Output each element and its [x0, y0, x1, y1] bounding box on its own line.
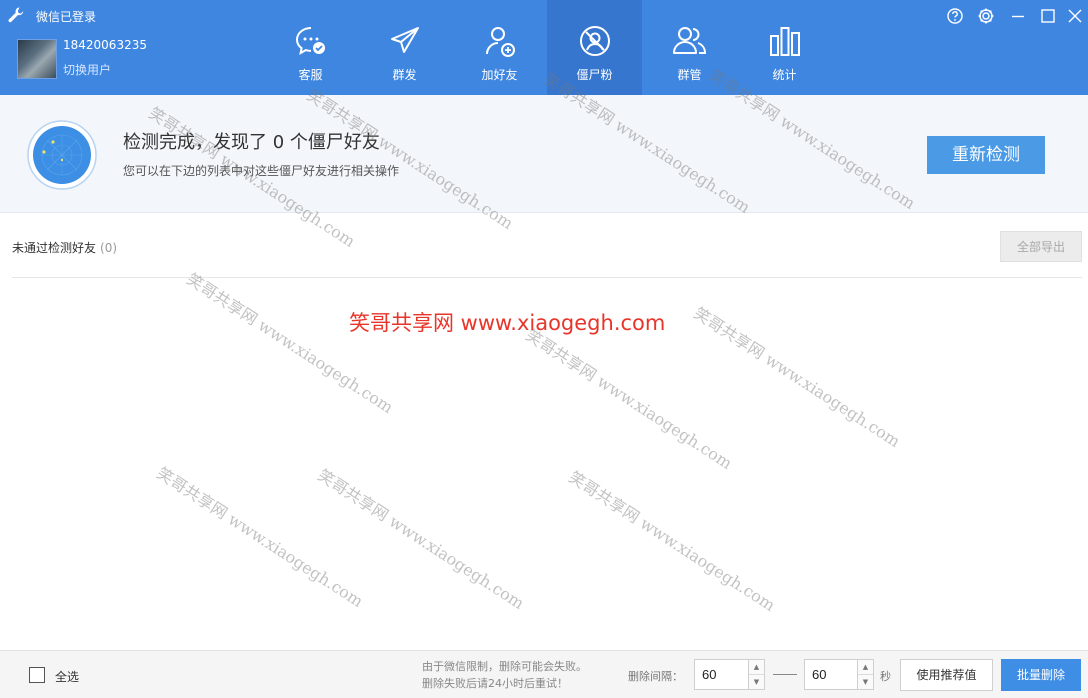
tab-statistics[interactable]: 统计 — [737, 0, 832, 95]
delete-interval-label: 删除间隔： — [628, 670, 683, 683]
detection-status-title: 检测完成，发现了 0 个僵尸好友 — [123, 132, 380, 153]
failed-friends-label: 未通过检测好友 — [12, 241, 97, 255]
failed-friends-title: 未通过检测好友 (0) — [12, 239, 117, 256]
gear-icon[interactable] — [976, 6, 996, 26]
stepper-up-icon[interactable]: ▲ — [858, 660, 873, 675]
range-dash — [773, 674, 797, 675]
delete-note-line1: 由于微信限制，删除可能会失败。 — [422, 660, 587, 673]
account-phone: 18420063235 — [63, 38, 147, 52]
maximize-icon[interactable] — [1038, 6, 1058, 26]
bottom-action-bar: 全选 由于微信限制，删除可能会失败。 删除失败后请24小时后重试！ 删除间隔： … — [0, 650, 1088, 698]
bar-stats-icon — [769, 27, 800, 56]
interval-min-stepper[interactable]: ▲ ▼ — [748, 659, 765, 690]
tab-label: 加好友 — [481, 68, 518, 82]
tab-mass-send[interactable]: 群发 — [357, 0, 452, 95]
radar-icon — [27, 120, 97, 190]
paper-plane-icon — [390, 27, 419, 53]
tab-label: 统计 — [772, 68, 797, 82]
tab-zombie-fans[interactable]: 僵尸粉 — [547, 0, 642, 95]
help-icon[interactable] — [945, 6, 965, 26]
avatar — [17, 39, 57, 79]
select-all-label[interactable]: 全选 — [55, 668, 79, 685]
seconds-unit: 秒 — [880, 670, 891, 683]
wrench-icon[interactable] — [7, 6, 25, 24]
redetect-button[interactable]: 重新检测 — [927, 136, 1045, 174]
use-recommended-button[interactable]: 使用推荐值 — [900, 659, 993, 691]
group-manage-icon — [672, 27, 706, 54]
tab-add-friend[interactable]: 加好友 — [452, 0, 547, 95]
delete-note-line2: 删除失败后请24小时后重试！ — [422, 677, 568, 690]
batch-delete-button[interactable]: 批量删除 — [1001, 659, 1081, 691]
add-friend-icon — [485, 27, 515, 57]
select-all-checkbox[interactable] — [29, 667, 45, 683]
login-status-title: 微信已登录 — [36, 10, 97, 24]
interval-min-input[interactable]: 60 — [694, 659, 756, 690]
stepper-down-icon[interactable]: ▼ — [858, 675, 873, 690]
tab-label: 僵尸粉 — [576, 68, 613, 82]
minimize-icon[interactable] — [1008, 6, 1028, 26]
close-icon[interactable] — [1065, 6, 1085, 26]
zombie-fan-icon — [579, 26, 610, 56]
stepper-down-icon[interactable]: ▼ — [749, 675, 764, 690]
tab-label: 客服 — [298, 68, 323, 82]
tab-group-manage[interactable]: 群管 — [642, 0, 737, 95]
watermark-center: 笑哥共享网 www.xiaogegh.com — [349, 311, 666, 335]
top-header: 微信已登录 18420063235 切换用户 客服 群发 加好友 僵尸粉 群管 … — [0, 0, 1088, 95]
detection-status-subtitle: 您可以在下边的列表中对这些僵尸好友进行相关操作 — [123, 164, 400, 178]
tab-customer-service[interactable]: 客服 — [263, 0, 358, 95]
switch-user-link[interactable]: 切换用户 — [63, 61, 111, 78]
stepper-up-icon[interactable]: ▲ — [749, 660, 764, 675]
detection-result-banner: 检测完成，发现了 0 个僵尸好友 您可以在下边的列表中对这些僵尸好友进行相关操作… — [0, 95, 1088, 213]
tab-label: 群发 — [392, 68, 417, 82]
tab-label: 群管 — [677, 68, 702, 82]
interval-max-stepper[interactable]: ▲ ▼ — [857, 659, 874, 690]
failed-friends-count: (0) — [100, 241, 118, 255]
delete-limit-note: 由于微信限制，删除可能会失败。 删除失败后请24小时后重试！ — [422, 658, 587, 692]
export-all-button[interactable]: 全部导出 — [1000, 231, 1082, 262]
chat-bubble-icon — [295, 27, 325, 55]
